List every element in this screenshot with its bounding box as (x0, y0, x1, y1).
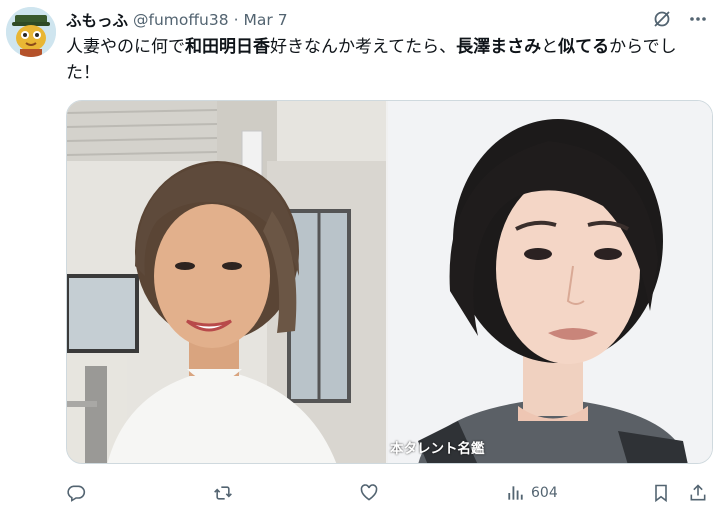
photo-left-illustration (67, 101, 386, 463)
share-button[interactable] (688, 480, 708, 506)
author-name[interactable]: ふもっふ (66, 9, 128, 31)
reply-button[interactable] (66, 480, 86, 506)
header-actions (652, 9, 708, 29)
separator-dot: · (233, 11, 239, 29)
views-icon (508, 486, 523, 500)
tweet-text-part: 好きなんか考えてたら、 (270, 37, 457, 57)
share-icon (690, 484, 706, 501)
tweet-text-bold: 長澤まさみ (456, 37, 542, 57)
more-icon[interactable] (688, 9, 708, 29)
views-count: 604 (531, 485, 558, 501)
views-button[interactable]: 604 (505, 480, 558, 506)
retweet-icon (214, 486, 232, 500)
like-button[interactable] (359, 480, 379, 506)
photo-right-illustration (388, 101, 712, 463)
media-photo-left[interactable] (67, 101, 386, 463)
bookmark-button[interactable] (651, 480, 671, 506)
tweet-date[interactable]: Mar 7 (244, 11, 288, 29)
author-handle[interactable]: @fumoffu38 (133, 11, 229, 29)
grok-icon[interactable] (652, 9, 672, 29)
tweet-text: 人妻やのに何で和田明日香好きなんか考えてたら、長澤まさみと似てるからでした！ (66, 34, 706, 86)
media-watermark: 本タレント名鑑 (390, 441, 485, 457)
media-photo-right[interactable]: 本タレント名鑑 (388, 101, 712, 463)
tweet-text-bold: 似てる (558, 37, 610, 57)
avatar[interactable] (6, 7, 56, 57)
like-icon (360, 484, 378, 501)
bookmark-icon (655, 484, 667, 503)
avatar-illustration (6, 7, 56, 57)
reply-icon (67, 485, 86, 502)
tweet-text-part: と (541, 37, 559, 57)
tweet-actions: 604 (62, 480, 712, 506)
tweet-text-bold: 和田明日香 (185, 37, 270, 57)
tweet-media[interactable]: 本タレント名鑑 (66, 100, 713, 464)
retweet-button[interactable] (212, 480, 234, 506)
tweet-header: ふもっふ @fumoffu38 · Mar 7 (66, 9, 708, 31)
tweet-text-part: 人妻やのに何で (66, 37, 185, 57)
